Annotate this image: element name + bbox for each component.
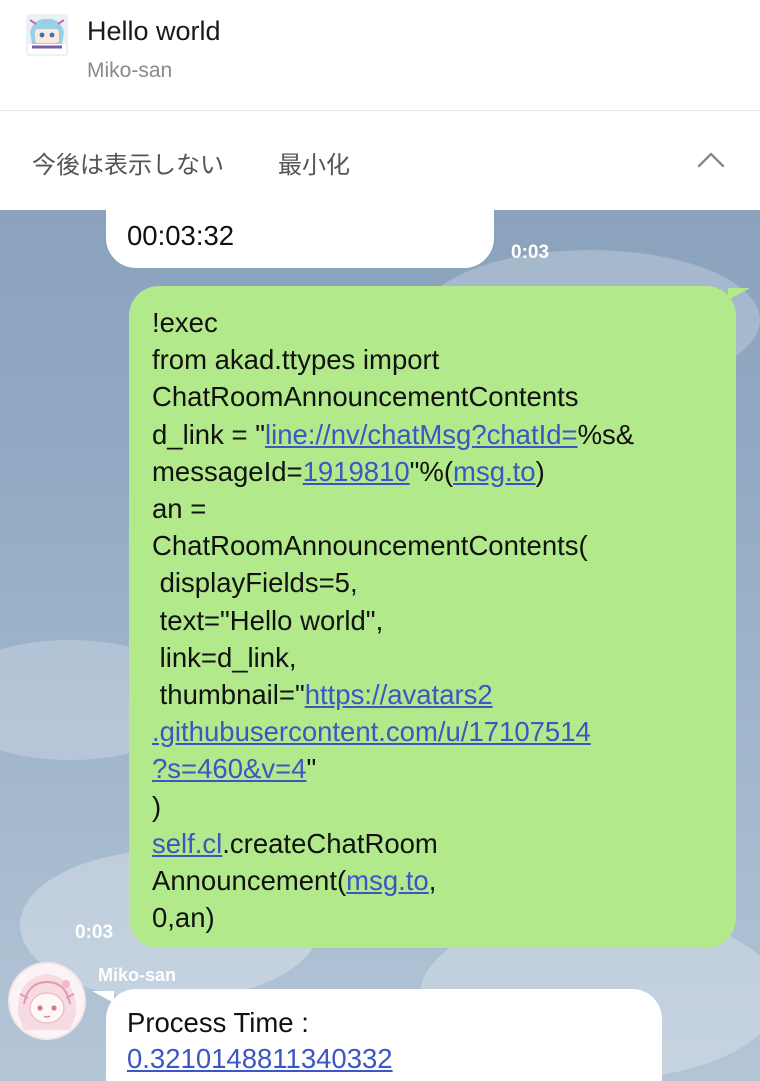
sender-name: Miko-san: [98, 965, 177, 985]
chevron-up-icon[interactable]: [696, 147, 726, 171]
announcement-title: Hello world: [87, 16, 221, 46]
incoming-message-bubble[interactable]: Process Time : 0.3210148811340332: [92, 989, 662, 1081]
incoming-message-bubble[interactable]: 00:03:32: [106, 210, 494, 268]
avatar-url-link[interactable]: https://avatars2: [305, 679, 493, 710]
minimize-button[interactable]: 最小化: [278, 145, 350, 180]
outgoing-message-bubble[interactable]: !exec from akad.ttypes import ChatRoomAn…: [129, 286, 750, 948]
msg-to-link[interactable]: msg.to: [453, 456, 536, 487]
bubble-tail: [728, 288, 750, 300]
announcement-banner[interactable]: Hello world Miko-san: [0, 0, 760, 110]
bubble-tail: [92, 991, 114, 1003]
announcement-actions: 今後は表示しない 最小化: [0, 111, 760, 210]
dont-show-again-button[interactable]: 今後は表示しない: [32, 145, 224, 180]
avatar-url-link[interactable]: .githubusercontent.com/u/17107514: [152, 716, 591, 747]
avatar[interactable]: [8, 962, 86, 1040]
msg-to-link[interactable]: msg.to: [346, 865, 429, 896]
chat-area[interactable]: 00:03:32 0:03 !exec from akad.ttypes imp…: [0, 210, 760, 1081]
self-cl-link[interactable]: self.cl: [152, 828, 222, 859]
announcement-author: Miko-san: [87, 59, 173, 82]
message-id-link[interactable]: 1919810: [303, 456, 410, 487]
chat-link[interactable]: line://nv/chatMsg?chatId=: [265, 419, 578, 450]
message-time: 0:03: [511, 242, 550, 263]
chino-thumbnail-icon: [26, 14, 68, 56]
avatar-url-link[interactable]: ?s=460&v=4: [152, 753, 306, 784]
message-time: 0:03: [75, 922, 114, 943]
process-time-value-link[interactable]: 0.3210148811340332: [127, 1043, 393, 1075]
process-time-label: Process Time :: [127, 1007, 309, 1038]
message-text: !exec from akad.ttypes import ChatRoomAn…: [152, 307, 635, 934]
message-text: 00:03:32: [127, 220, 235, 251]
